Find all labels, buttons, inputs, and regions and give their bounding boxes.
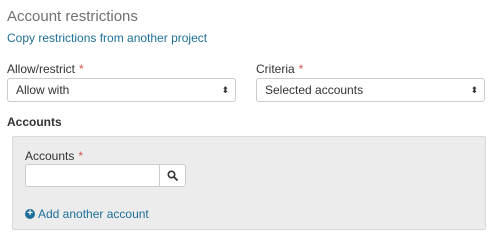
- accounts-field-label-text: Accounts: [25, 149, 75, 163]
- account-input[interactable]: [25, 164, 159, 187]
- required-marker: *: [78, 149, 84, 163]
- select-arrows-icon: ⬍: [470, 85, 478, 95]
- allow-restrict-label: Allow/restrict *: [7, 62, 84, 76]
- criteria-label: Criteria *: [256, 62, 303, 76]
- copy-restrictions-link[interactable]: Copy restrictions from another project: [7, 31, 207, 45]
- select-arrows-icon: ⬍: [221, 85, 229, 95]
- section-title: Account restrictions: [7, 8, 138, 25]
- allow-restrict-label-text: Allow/restrict: [7, 62, 76, 76]
- required-marker: *: [79, 62, 84, 76]
- search-icon: [167, 170, 178, 181]
- allow-restrict-select[interactable]: Allow with ⬍: [7, 78, 236, 102]
- plus-circle-icon: +: [25, 209, 35, 219]
- add-account-label: Add another account: [38, 207, 149, 221]
- add-account-link[interactable]: + Add another account: [25, 207, 149, 221]
- allow-restrict-value: Allow with: [16, 83, 70, 97]
- criteria-value: Selected accounts: [265, 83, 364, 97]
- accounts-field-label: Accounts *: [25, 149, 83, 163]
- criteria-select[interactable]: Selected accounts ⬍: [256, 78, 485, 102]
- required-marker: *: [298, 62, 304, 76]
- account-search-button[interactable]: [159, 164, 186, 187]
- criteria-label-text: Criteria: [256, 62, 295, 76]
- accounts-panel: Accounts * + Add another account: [12, 136, 486, 230]
- accounts-heading: Accounts: [7, 115, 62, 129]
